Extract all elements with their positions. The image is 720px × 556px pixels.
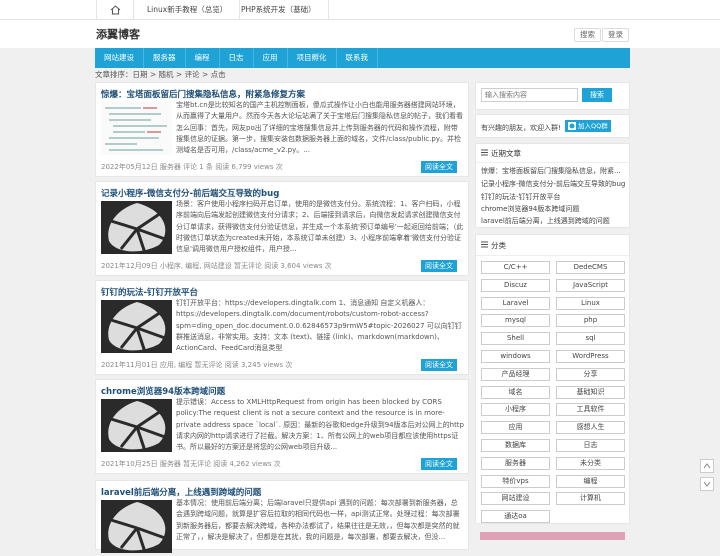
category-tag[interactable]: 通达oa (481, 510, 550, 524)
category-tag[interactable]: JavaScript (556, 278, 625, 292)
join-qq-label: 加入QQ群 (578, 122, 608, 130)
read-more-button[interactable]: 阅读全文 (421, 359, 457, 371)
nav-item[interactable]: 联系我 (337, 48, 378, 68)
recent-title: 近期文章 (491, 149, 521, 158)
post-thumbnail-leaf[interactable] (101, 201, 172, 254)
recent-post-link[interactable]: 惊爆：宝塔面板留后门搜集隐私信息，附紧... (481, 166, 621, 176)
category-tag[interactable]: sql (556, 332, 625, 346)
scroll-down-button[interactable] (700, 477, 714, 491)
sidebar-search-button[interactable]: 搜索 (582, 88, 612, 102)
nav-item[interactable]: 编程 (186, 48, 220, 68)
post-excerpt: 基本情况：使用前后端分离；后端laravel只提供api 遇到的问题：每次部署到… (176, 499, 460, 541)
category-tag[interactable]: DedeCMS (556, 261, 625, 274)
category-tag[interactable]: 产品经理 (481, 367, 550, 381)
post-excerpt: 提示错误：Access to XMLHttpRequest from origi… (176, 398, 464, 452)
join-qq-button[interactable]: 加入QQ群 (565, 120, 611, 132)
category-tag[interactable]: 计算机 (556, 492, 625, 506)
sidebar-welcome: 有兴趣的朋友，欢迎入群! 加入QQ群 (475, 114, 630, 138)
category-tag[interactable]: Laravel (481, 296, 550, 310)
post-title[interactable]: 惊爆：宝塔面板留后门搜集隐私信息，附紧急修复方案 (101, 88, 305, 100)
qq-icon (568, 122, 576, 130)
nav-item[interactable]: 日志 (220, 48, 254, 68)
category-tag[interactable]: php (556, 314, 625, 328)
search-button[interactable]: 搜索 (574, 28, 601, 42)
post-card: 记录小程序-微信支付分-前后端交互导致的bug 场景：客户使用小程序扫码开启订单… (95, 181, 469, 276)
category-tag[interactable]: 域名 (481, 385, 550, 399)
site-logo[interactable]: 添翼博客 (96, 26, 140, 42)
post-meta: 2022年05月12日 服务器 评论 1 条 阅读 6,799 views 次 (101, 163, 283, 171)
home-button[interactable] (96, 0, 134, 20)
post-thumbnail-leaf[interactable] (101, 500, 172, 553)
nav-item[interactable]: 网站建设 (95, 48, 144, 68)
post-excerpt: 钉钉开放平台：https://developers.dingtalk.com 1… (176, 299, 462, 353)
recent-post-link[interactable]: laravel前后端分离，上线遇到跨域的问题 (481, 216, 610, 226)
read-more-button[interactable]: 阅读全文 (421, 458, 457, 470)
category-tag[interactable]: 小程序 (481, 403, 550, 417)
category-tag[interactable]: 分享 (556, 367, 625, 381)
category-tag[interactable]: 感想人生 (556, 421, 625, 435)
category-tag[interactable]: 网站建设 (481, 492, 550, 506)
post-meta: 2021年10月25日 服务器 暂无评论 阅读 4,262 views 次 (101, 460, 281, 468)
recent-post-link[interactable]: chrome浏览器94版本跨域问题 (481, 204, 579, 214)
category-tag[interactable]: mysql (481, 314, 550, 328)
chevron-down-icon (703, 481, 711, 487)
category-tag[interactable]: Discuz (481, 278, 550, 292)
recent-post-link[interactable]: 钉钉的玩法-钉钉开放平台 (481, 192, 561, 202)
post-title[interactable]: 钉钉的玩法-钉钉开放平台 (101, 286, 198, 298)
welcome-text: 有兴趣的朋友，欢迎入群! (481, 124, 561, 132)
post-title[interactable]: chrome浏览器94版本跨域问题 (101, 385, 225, 397)
post-title[interactable]: 记录小程序-微信支付分-前后端交互导致的bug (101, 187, 279, 199)
home-icon (110, 5, 120, 15)
list-icon (481, 149, 488, 156)
search-input[interactable] (481, 88, 578, 102)
nav-item[interactable]: 应用 (254, 48, 288, 68)
category-tag[interactable]: Linux (556, 296, 625, 310)
category-tag[interactable]: windows (481, 350, 550, 363)
category-tag[interactable]: 未分类 (556, 456, 625, 470)
category-tag[interactable]: 日志 (556, 439, 625, 452)
post-excerpt: 场景：客户使用小程序扫码开启订单，使用的是微信支付分。系统流程：1、客户扫码，小… (176, 200, 464, 254)
post-thumbnail-leaf[interactable] (101, 399, 172, 452)
read-more-button[interactable]: 阅读全文 (421, 161, 457, 173)
nav-item[interactable]: 服务器 (144, 48, 186, 68)
post-meta: 2021年11月01日 应用, 编程 暂无评论 阅读 3,245 views 次 (101, 361, 293, 369)
category-tag[interactable]: 服务器 (481, 456, 550, 470)
read-more-button[interactable]: 阅读全文 (421, 260, 457, 272)
post-thumbnail-code[interactable] (101, 102, 172, 155)
sidebar-recent: 近期文章 惊爆：宝塔面板留后门搜集隐私信息，附紧... 记录小程序-微信支付分-… (475, 143, 630, 228)
sidebar-categories: 分类 C/C++ DedeCMS Discuz JavaScript Laravel Li… (475, 234, 630, 524)
category-tag[interactable]: 编程 (556, 474, 625, 488)
nav-item[interactable]: 项目孵化 (288, 48, 337, 68)
post-title[interactable]: laravel前后端分离，上线遇到跨域的问题 (101, 486, 261, 498)
top-bar: Linux新手教程（总览） PHP系统开发（基础） (0, 0, 720, 20)
post-thumbnail-leaf[interactable] (101, 300, 172, 353)
chevron-up-icon (703, 463, 711, 469)
post-excerpt: 宝塔bt.cn是比较知名的国产主机控制面板，傻瓜式操作让小白也能用服务器搭建网站… (176, 101, 463, 155)
post-card: 钉钉的玩法-钉钉开放平台 钉钉开放平台：https://developers.d… (95, 280, 469, 375)
toplink-linux[interactable]: Linux新手教程（总览） (135, 0, 241, 20)
list-icon (481, 241, 488, 248)
post-card: 惊爆：宝塔面板留后门搜集隐私信息，附紧急修复方案 宝塔bt.cn是比较知名的国产… (95, 82, 469, 177)
sidebar-search: 搜索 (475, 82, 630, 110)
category-tag[interactable]: Shell (481, 332, 550, 346)
post-card: chrome浏览器94版本跨域问题 提示错误：Access to XMLHttp… (95, 379, 469, 474)
login-button[interactable]: 登录 (602, 28, 629, 42)
categories-title: 分类 (491, 241, 506, 250)
recent-post-link[interactable]: 记录小程序-微信支付分-前后端交互导致的bug (481, 179, 625, 189)
main-nav: 网站建设 服务器 编程 日志 应用 项目孵化 联系我 (95, 48, 630, 68)
category-tag[interactable]: 应用 (481, 421, 550, 435)
post-meta: 2021年12月09日 小程序, 编程, 网站建设 暂无评论 阅读 3,604 … (101, 262, 332, 270)
category-tag[interactable]: 数据库 (481, 439, 550, 452)
category-tag[interactable]: 特价vps (481, 474, 550, 488)
sort-bar[interactable]: 文章排序：日期 > 随机 > 评论 > 点击 (95, 69, 226, 80)
scroll-up-button[interactable] (700, 459, 714, 473)
category-tag[interactable]: WordPress (556, 350, 625, 363)
sidebar-banner-image[interactable] (480, 532, 625, 540)
category-tag[interactable]: 基础知识 (556, 385, 625, 399)
category-tag[interactable]: C/C++ (481, 261, 550, 274)
category-tag[interactable]: 工具软件 (556, 403, 625, 417)
toplink-php[interactable]: PHP系统开发（基础） (229, 0, 329, 20)
